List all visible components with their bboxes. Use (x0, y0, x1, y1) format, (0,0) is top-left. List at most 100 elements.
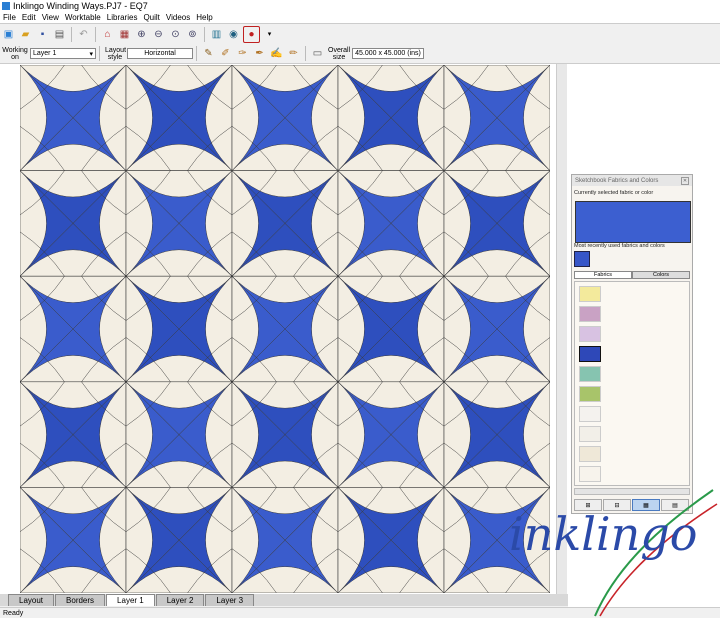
sketchbook-fabrics-panel: Sketchbook Fabrics and Colors ✕ Currentl… (571, 174, 693, 514)
quilt-block[interactable] (125, 275, 233, 383)
list-view-icon[interactable]: ⊟ (603, 499, 631, 511)
dropdown-arrow-icon[interactable]: ▾ (262, 27, 277, 42)
fabric-swatch[interactable] (579, 446, 601, 462)
detail-view-icon[interactable]: ▤ (661, 499, 689, 511)
swap-colors-icon[interactable]: ✒ (252, 46, 267, 61)
fabric-swatch[interactable] (579, 426, 601, 442)
tab-fabrics[interactable]: Fabrics (574, 271, 632, 279)
vertical-scrollbar[interactable] (556, 64, 567, 594)
close-icon[interactable]: ✕ (681, 177, 689, 185)
record-icon[interactable]: ● (243, 25, 260, 43)
menu-quilt[interactable]: Quilt (140, 13, 162, 22)
tab-borders[interactable]: Borders (55, 594, 106, 606)
current-fabric-label: Currently selected fabric or color (574, 190, 654, 196)
quilt-block[interactable] (443, 381, 550, 488)
quilt-block[interactable] (125, 381, 233, 488)
quilt-block[interactable] (20, 65, 127, 171)
current-fabric-swatch (575, 201, 691, 243)
fabric-swatch[interactable] (579, 326, 601, 342)
worktable-tabs: Layout Borders Layer 1 Layer 2 Layer 3 (0, 594, 568, 606)
tab-layer-1[interactable]: Layer 1 (106, 594, 155, 606)
quilt-block[interactable] (337, 170, 445, 277)
layer-select-value: Layer 1 (33, 50, 57, 57)
open-folder-icon[interactable]: ▰ (18, 27, 33, 42)
fabric-swatch[interactable] (579, 406, 601, 422)
rotate-fabric-icon[interactable]: ✏ (286, 46, 301, 61)
quilt-block[interactable] (443, 275, 550, 383)
recent-fabric-swatch[interactable] (574, 251, 590, 267)
quilt-block[interactable] (231, 381, 339, 488)
quilt-block[interactable] (125, 170, 233, 277)
print-icon[interactable]: ▤ (52, 27, 67, 42)
new-icon[interactable]: ▣ (1, 27, 16, 42)
menu-edit[interactable]: Edit (19, 13, 39, 22)
quilt-block[interactable] (337, 65, 445, 171)
tab-layer-3[interactable]: Layer 3 (205, 594, 255, 606)
separator (196, 46, 197, 61)
quilt-block[interactable] (337, 381, 445, 488)
quilt-block[interactable] (20, 381, 127, 488)
tab-layer-2[interactable]: Layer 2 (155, 594, 205, 606)
fabric-swatch[interactable] (579, 386, 601, 402)
menu-videos[interactable]: Videos (163, 13, 193, 22)
quilt-block[interactable] (20, 170, 127, 277)
panel-view-buttons: ⊞ ⊟ ▦ ▤ (574, 499, 690, 511)
tab-layout[interactable]: Layout (8, 594, 55, 606)
paintbrush-fabric-icon[interactable]: ✐ (218, 46, 233, 61)
quilt-worktable-icon[interactable]: ⌂ (100, 27, 115, 42)
app-icon (2, 2, 10, 10)
panel-horizontal-scrollbar[interactable] (574, 488, 690, 495)
recent-fabrics-label: Most recently used fabrics and colors (574, 243, 665, 249)
quilt-block[interactable] (337, 487, 445, 593)
menu-view[interactable]: View (39, 13, 62, 22)
zoom-in-icon[interactable]: ⊕ (134, 27, 149, 42)
fabric-swatch[interactable] (579, 286, 601, 302)
layout-style-field[interactable]: Horizontal (127, 48, 193, 59)
quilt-block[interactable] (443, 170, 550, 277)
zoom-fit-icon[interactable]: ⊙ (168, 27, 183, 42)
tab-colors[interactable]: Colors (632, 271, 690, 279)
set-block-icon[interactable]: ✎ (201, 46, 216, 61)
swatch-view-icon[interactable]: ▦ (632, 499, 660, 511)
quilt-block[interactable] (20, 275, 127, 383)
status-bar: Ready (0, 607, 720, 618)
quilt-block[interactable] (20, 487, 127, 593)
undo-icon[interactable]: ↶ (76, 27, 91, 42)
overall-size-field[interactable]: 45.000 x 45.000 (ins) (352, 48, 424, 59)
help-icon[interactable]: ◉ (226, 27, 241, 42)
quilt-block[interactable] (125, 487, 233, 593)
zoom-out-icon[interactable]: ⊖ (151, 27, 166, 42)
overall-size-value: 45.000 x 45.000 (ins) (355, 50, 421, 57)
quilt-block[interactable] (231, 65, 339, 171)
quilt-block[interactable] (231, 275, 339, 383)
library-icon[interactable]: ▦ (117, 27, 132, 42)
menu-file[interactable]: File (0, 13, 19, 22)
menu-help[interactable]: Help (193, 13, 215, 22)
layer-select[interactable]: Layer 1 ▾ (30, 48, 96, 59)
quilt-block[interactable] (231, 487, 339, 593)
fabric-swatch[interactable] (579, 306, 601, 322)
zoom-refresh-icon[interactable]: ⊚ (185, 27, 200, 42)
quilt-block[interactable] (443, 487, 550, 593)
quilt-block[interactable] (443, 65, 550, 171)
quilt-block[interactable] (231, 170, 339, 277)
separator (71, 26, 72, 42)
quilt-block[interactable] (337, 275, 445, 383)
menu-libraries[interactable]: Libraries (104, 13, 141, 22)
menu-worktable[interactable]: Worktable (62, 13, 104, 22)
grid-view-icon[interactable]: ⊞ (574, 499, 602, 511)
quilt-worktable[interactable] (0, 64, 568, 594)
quilt-design[interactable] (20, 65, 550, 593)
adjust-tool-icon[interactable]: ▭ (310, 46, 325, 61)
title-bar: Inklingo Winding Ways.PJ7 - EQ7 (0, 0, 720, 12)
spraycan-icon[interactable]: ✑ (235, 46, 250, 61)
working-on-label: Working on (2, 46, 28, 61)
fabric-swatch[interactable] (579, 366, 601, 382)
quilt-block[interactable] (125, 65, 233, 171)
save-icon[interactable]: ▪ (35, 27, 50, 42)
fabric-swatch[interactable] (579, 466, 601, 482)
fabric-swatch[interactable] (579, 346, 601, 362)
eyedropper-icon[interactable]: ✍ (269, 46, 284, 61)
layout-style-label: Layout style (105, 46, 127, 61)
sketchbook-icon[interactable]: ▥ (209, 27, 224, 42)
